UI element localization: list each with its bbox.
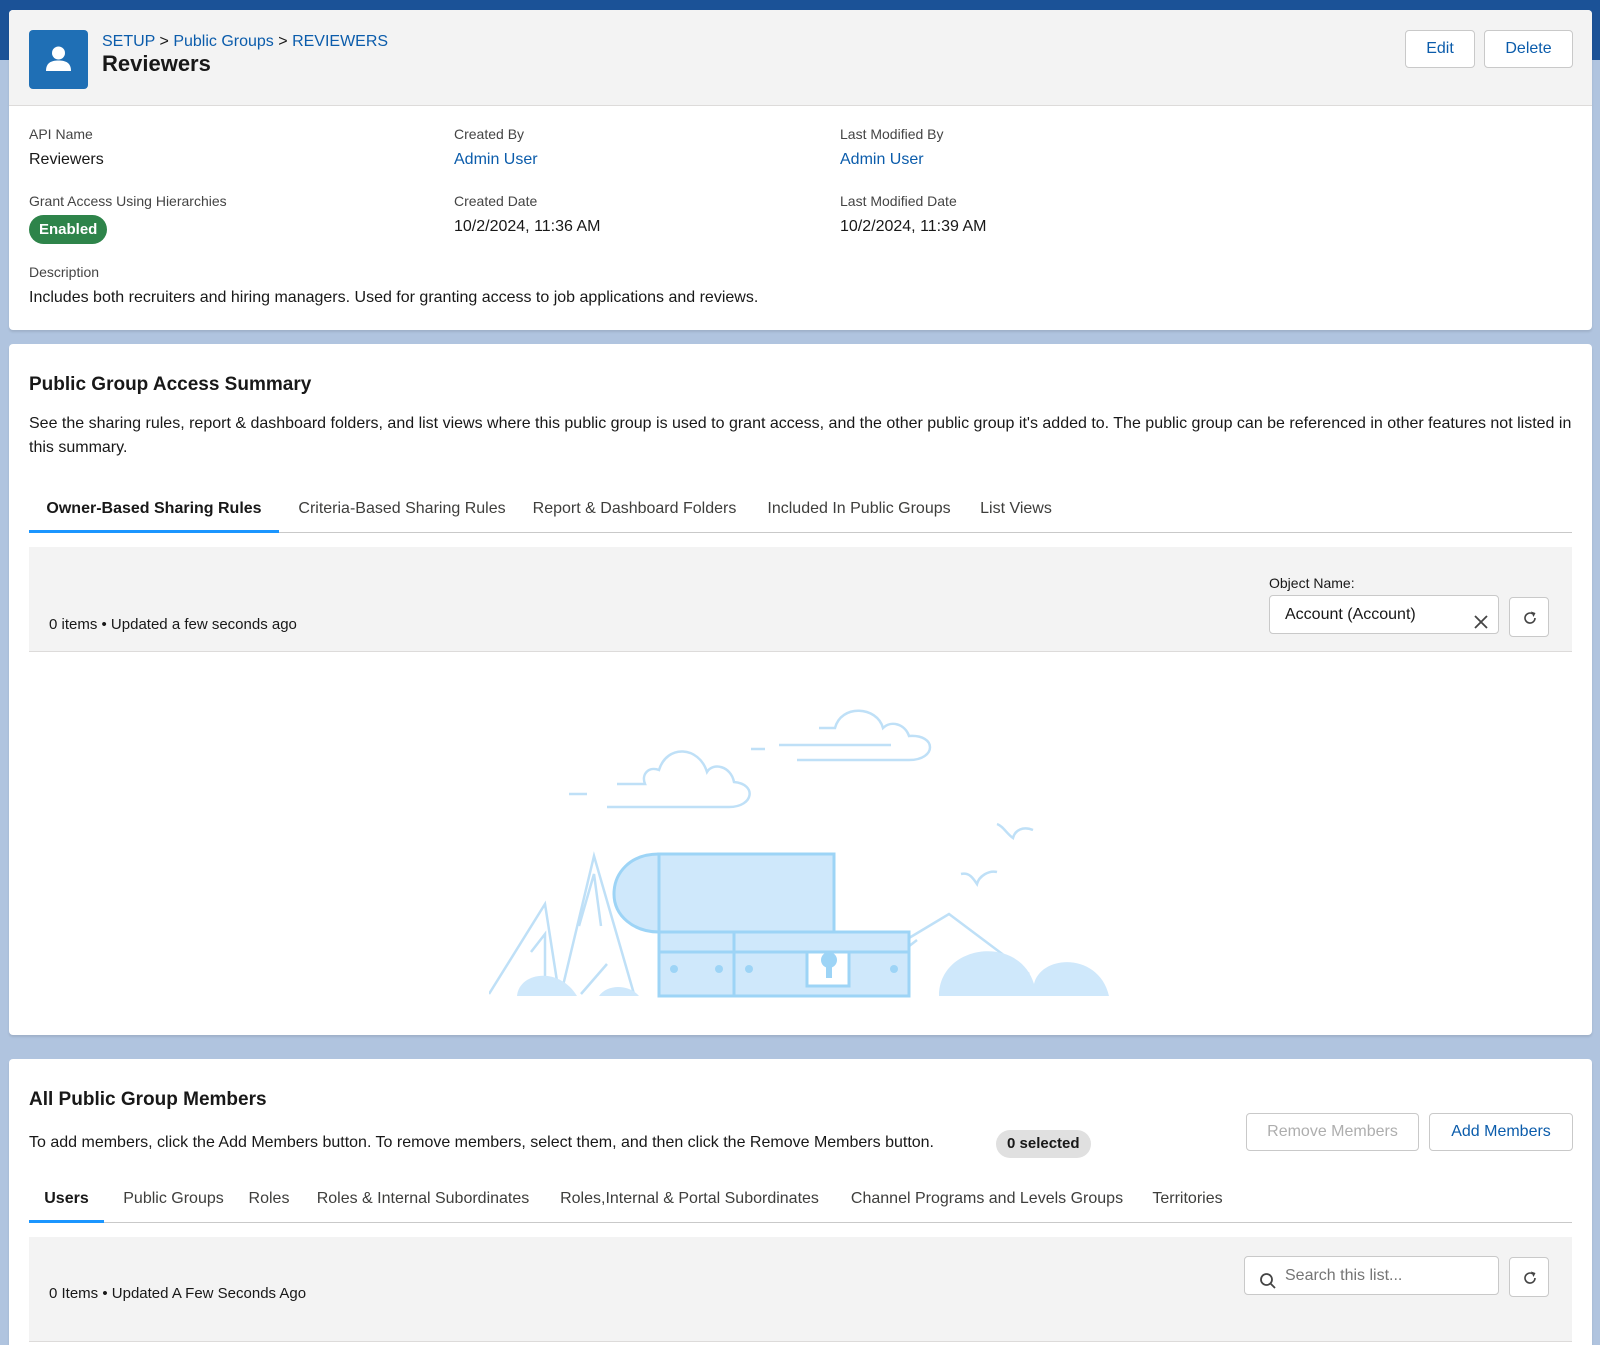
tab-included-in-public-groups[interactable]: Included In Public Groups xyxy=(759,492,959,533)
members-tabs: Users Public Groups Roles Roles & Intern… xyxy=(29,1182,1572,1223)
tab-list-views[interactable]: List Views xyxy=(973,492,1059,533)
page-title: Reviewers xyxy=(102,51,211,76)
record-header-card: SETUP > Public Groups > REVIEWERS Review… xyxy=(9,10,1592,330)
status-badge: Enabled xyxy=(29,215,108,244)
created-date-label: Created Date xyxy=(454,193,538,209)
breadcrumb-separator: > xyxy=(278,33,288,50)
tab-public-groups[interactable]: Public Groups xyxy=(118,1182,229,1223)
access-summary-title: Public Group Access Summary xyxy=(29,374,312,395)
tab-channel-programs[interactable]: Channel Programs and Levels Groups xyxy=(844,1182,1130,1223)
breadcrumb-reviewers[interactable]: REVIEWERS xyxy=(292,33,388,50)
clear-icon[interactable] xyxy=(1473,607,1489,629)
description-value: Includes both recruiters and hiring mana… xyxy=(29,289,759,306)
refresh-icon xyxy=(1524,1271,1536,1284)
access-summary-tabs: Owner-Based Sharing Rules Criteria-Based… xyxy=(29,492,1572,533)
edit-button[interactable]: Edit xyxy=(1405,30,1475,68)
last-modified-date-label: Last Modified Date xyxy=(840,193,957,209)
last-modified-by-link[interactable]: Admin User xyxy=(840,151,924,169)
breadcrumb-separator: > xyxy=(159,33,169,50)
access-summary-card: Public Group Access Summary See the shar… xyxy=(9,344,1592,1035)
delete-button[interactable]: Delete xyxy=(1484,30,1573,68)
object-name-value: Account (Account) xyxy=(1285,606,1416,623)
search-input[interactable] xyxy=(1285,1261,1485,1290)
description-label: Description xyxy=(29,264,100,280)
tab-criteria-based-sharing-rules[interactable]: Criteria-Based Sharing Rules xyxy=(294,492,510,533)
object-name-label: Object Name: xyxy=(1269,575,1355,591)
tab-users[interactable]: Users xyxy=(29,1182,104,1223)
tab-owner-based-sharing-rules[interactable]: Owner-Based Sharing Rules xyxy=(29,492,279,533)
members-toolbar: 0 Items • Updated A Few Seconds Ago xyxy=(29,1237,1572,1342)
sharing-rules-toolbar: 0 items • Updated a few seconds ago Obje… xyxy=(29,547,1572,652)
add-members-button[interactable]: Add Members xyxy=(1429,1113,1573,1151)
remove-members-button[interactable]: Remove Members xyxy=(1246,1113,1419,1151)
tab-roles-internal-portal-subordinates[interactable]: Roles,Internal & Portal Subordinates xyxy=(553,1182,826,1223)
created-by-link[interactable]: Admin User xyxy=(454,151,538,169)
search-icon xyxy=(1259,1267,1277,1289)
breadcrumb-setup[interactable]: SETUP xyxy=(102,33,155,50)
record-header: SETUP > Public Groups > REVIEWERS Review… xyxy=(9,10,1592,106)
tab-roles[interactable]: Roles xyxy=(245,1182,293,1223)
members-title: All Public Group Members xyxy=(29,1089,267,1110)
empty-state-illustration xyxy=(489,709,1109,998)
refresh-icon xyxy=(1524,611,1536,624)
last-modified-date-value: 10/2/2024, 11:39 AM xyxy=(840,218,987,235)
user-icon xyxy=(29,30,88,89)
object-name-combobox[interactable]: Account (Account) xyxy=(1269,595,1499,634)
breadcrumb-public-groups[interactable]: Public Groups xyxy=(173,33,274,50)
api-name-value: Reviewers xyxy=(29,151,104,168)
created-by-label: Created By xyxy=(454,126,525,142)
selected-count-badge: 0 selected xyxy=(996,1130,1091,1158)
access-summary-description: See the sharing rules, report & dashboar… xyxy=(29,415,1572,456)
members-card: All Public Group Members To add members,… xyxy=(9,1059,1592,1345)
list-meta: 0 Items • Updated A Few Seconds Ago xyxy=(49,1285,307,1302)
created-date-value: 10/2/2024, 11:36 AM xyxy=(454,218,601,235)
members-description: To add members, click the Add Members bu… xyxy=(29,1134,934,1151)
breadcrumb: SETUP > Public Groups > REVIEWERS xyxy=(102,33,388,51)
refresh-button[interactable] xyxy=(1509,597,1549,637)
search-input-box[interactable] xyxy=(1244,1256,1499,1295)
refresh-button[interactable] xyxy=(1509,1257,1549,1297)
list-meta: 0 items • Updated a few seconds ago xyxy=(49,616,297,633)
tab-roles-internal-subordinates[interactable]: Roles & Internal Subordinates xyxy=(311,1182,535,1223)
tab-territories[interactable]: Territories xyxy=(1147,1182,1228,1223)
last-modified-by-label: Last Modified By xyxy=(840,126,944,142)
api-name-label: API Name xyxy=(29,126,93,142)
grant-access-label: Grant Access Using Hierarchies xyxy=(29,193,227,209)
tab-report-dashboard-folders[interactable]: Report & Dashboard Folders xyxy=(525,492,744,533)
